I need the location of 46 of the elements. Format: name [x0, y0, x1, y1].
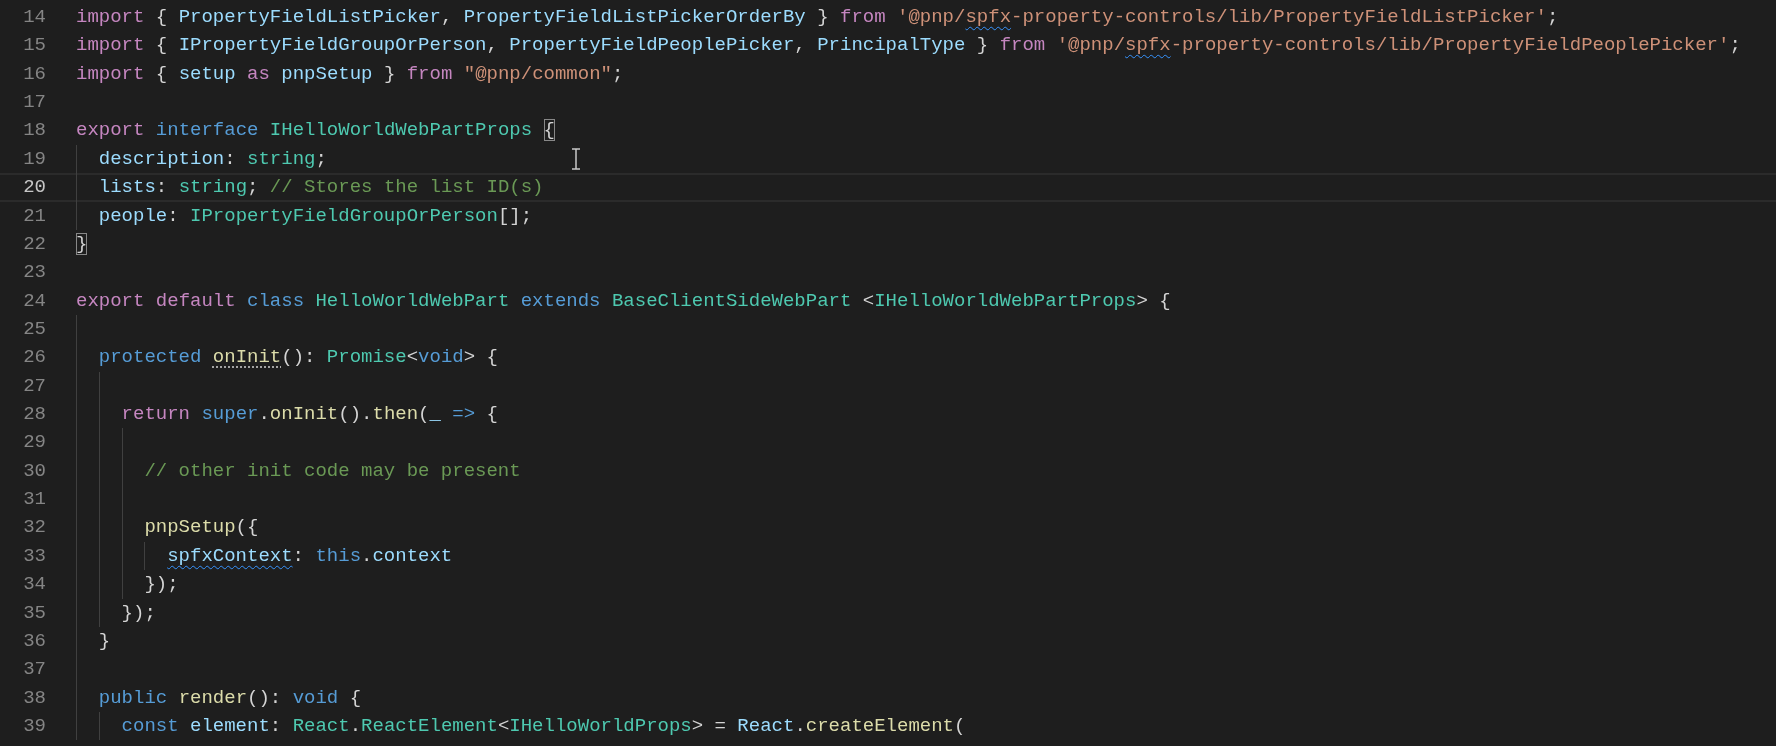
code-line: } [76, 232, 88, 255]
code-line: import { IPropertyFieldGroupOrPerson, PropertyFieldPeoplePicker, PrincipalType } from '@pnp/spfx-property-controls/lib/PropertyFieldPeoplePicker'; [76, 34, 1741, 57]
line-number: 34 [22, 572, 46, 598]
line-number: 37 [22, 657, 46, 683]
code-line: export interface IHelloWorldWebPartProps { [76, 119, 555, 142]
line-number: 18 [22, 118, 46, 144]
line-number: 28 [22, 402, 46, 428]
code-line: import { PropertyFieldListPicker, PropertyFieldListPickerOrderBy } from '@pnp/spfx-property-controls/lib/PropertyFieldListPicker'; [76, 6, 1559, 28]
code-comment: // other init code may be present [144, 459, 521, 482]
code-line: public render(): void { [98, 686, 362, 709]
code-line: }); [121, 601, 156, 624]
line-number: 14 [22, 5, 46, 30]
line-number: 39 [22, 714, 46, 739]
line-number: 32 [22, 515, 46, 541]
line-number: 38 [22, 685, 46, 711]
line-number: 30 [22, 458, 46, 484]
line-number: 19 [22, 146, 46, 172]
line-number: 21 [22, 203, 46, 229]
line-number: 29 [22, 430, 46, 456]
line-number: 25 [22, 316, 46, 342]
text-cursor-icon [570, 148, 582, 170]
code-line: export default class HelloWorldWebPart extends BaseClientSideWebPart <IHelloWorldWebPartProps> { [76, 289, 1171, 312]
line-number: 23 [22, 260, 46, 286]
code-line: pnpSetup({ [144, 516, 259, 539]
line-number: 20 [22, 175, 46, 201]
line-number: 31 [22, 487, 46, 513]
code-line: const element: React.ReactElement<IHelloWorldProps> = React.createElement( [121, 715, 966, 737]
line-number: 15 [22, 33, 46, 59]
code-line: spfxContext: this.context [167, 544, 453, 567]
code-line: lists: string; // Stores the list ID(s) [98, 176, 544, 199]
line-number: 33 [22, 543, 46, 569]
code-line: people: IPropertyFieldGroupOrPerson[]; [98, 204, 533, 227]
code-line: description: string; [98, 147, 327, 170]
code-line: } [98, 629, 111, 652]
line-number: 17 [22, 90, 46, 116]
line-number: 24 [22, 288, 46, 314]
line-number: 16 [22, 61, 46, 87]
code-line: return super.onInit().then(_ => { [121, 403, 498, 426]
code-line: import { setup as pnpSetup } from "@pnp/common"; [76, 62, 624, 85]
line-number: 36 [22, 628, 46, 654]
line-number: 35 [22, 600, 46, 626]
line-number: 27 [22, 373, 46, 399]
line-number: 22 [22, 231, 46, 257]
code-line: protected onInit(): Promise<void> { [98, 346, 498, 369]
line-number: 26 [22, 345, 46, 371]
code-line: }); [144, 573, 179, 596]
